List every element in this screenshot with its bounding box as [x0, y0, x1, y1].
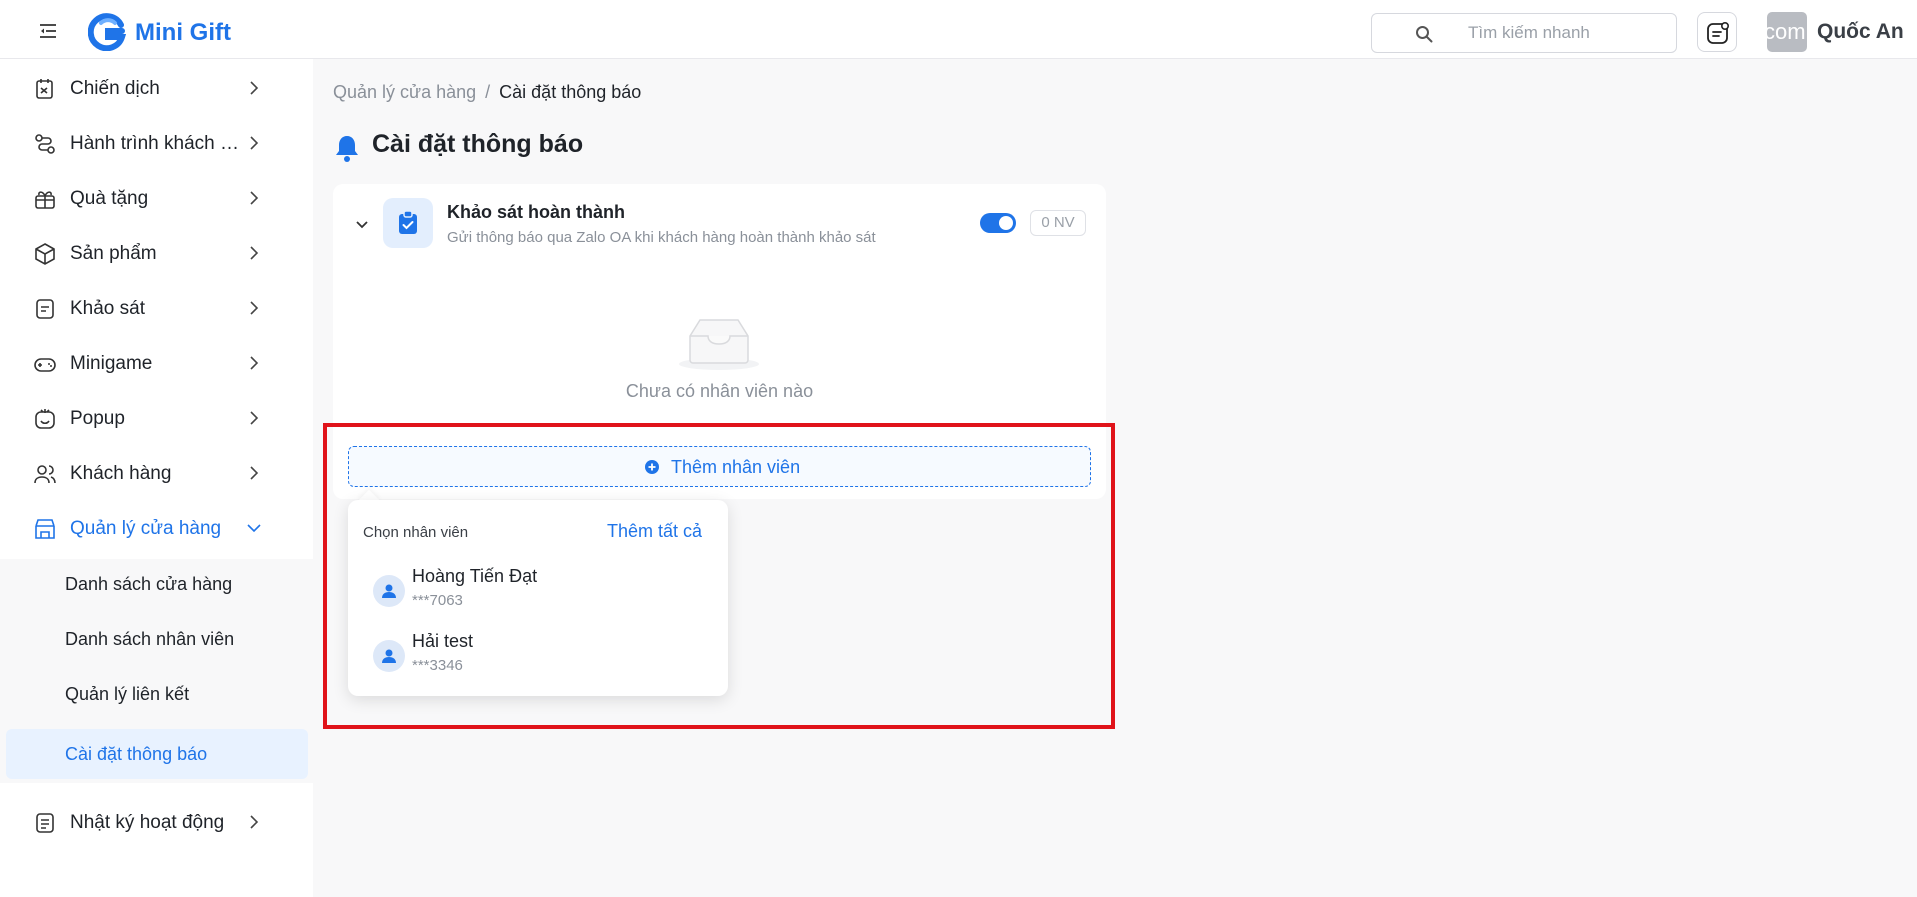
- page-title: Cài đặt thông báo: [372, 130, 584, 158]
- sidebar-item-campaign[interactable]: Chiến dịch: [0, 63, 313, 113]
- sidebar-item-minigame[interactable]: Minigame: [0, 338, 313, 388]
- notification-title: Khảo sát hoàn thành: [447, 202, 626, 222]
- notification-toggle[interactable]: [980, 213, 1016, 233]
- survey-icon: [33, 297, 57, 321]
- search-input[interactable]: [1468, 22, 1664, 44]
- users-icon: [33, 462, 57, 486]
- employee-phone: ***7063: [412, 592, 463, 609]
- chevron-right-icon: [245, 79, 263, 97]
- search-icon: [1415, 25, 1433, 43]
- empty-state-text: Chưa có nhân viên nào: [625, 381, 814, 401]
- log-icon: [33, 811, 57, 835]
- sidebar-item-activity-log[interactable]: Nhật ký hoạt động: [0, 797, 313, 847]
- chevron-right-icon: [245, 134, 263, 152]
- gift-icon: [33, 187, 57, 211]
- chevron-right-icon: [245, 299, 263, 317]
- add-employee-button[interactable]: Thêm nhân viên: [348, 446, 1091, 487]
- app-name[interactable]: Mini Gift: [135, 19, 231, 47]
- sidebar-item-journey[interactable]: Hành trình khách hàng: [0, 118, 313, 168]
- user-name[interactable]: Quốc An: [1817, 20, 1904, 44]
- logo-icon[interactable]: [87, 13, 127, 52]
- notification-button[interactable]: [1697, 12, 1737, 52]
- empty-inbox-icon: [679, 319, 759, 370]
- add-all-button[interactable]: Thêm tất cả: [607, 521, 702, 542]
- submenu-item-store-list[interactable]: Danh sách cửa hàng: [0, 559, 313, 609]
- employee-picker-popover: Chọn nhân viên Thêm tất cả Hoàng Tiến Đạ…: [348, 500, 728, 696]
- sidebar-item-survey[interactable]: Khảo sát: [0, 283, 313, 333]
- quick-search[interactable]: [1371, 13, 1677, 53]
- plus-circle-icon: [645, 460, 659, 474]
- product-icon: [33, 242, 57, 266]
- popup-icon: [33, 407, 57, 431]
- chevron-right-icon: [245, 813, 263, 831]
- employee-option[interactable]: Hải test ***3346: [348, 625, 728, 685]
- employee-name: Hoàng Tiến Đạt: [412, 566, 538, 586]
- popover-title: Chọn nhân viên: [363, 524, 469, 541]
- notification-description: Gửi thông báo qua Zalo OA khi khách hàng…: [447, 229, 876, 246]
- chevron-right-icon: [245, 189, 263, 207]
- sidebar-item-store-management[interactable]: Quản lý cửa hàng: [0, 503, 313, 553]
- breadcrumb-current: Cài đặt thông báo: [499, 82, 642, 102]
- campaign-icon: [33, 77, 57, 101]
- sidebar-item-products[interactable]: Sản phẩm: [0, 228, 313, 278]
- journey-icon: [33, 132, 57, 156]
- breadcrumb-parent[interactable]: Quản lý cửa hàng: [333, 82, 476, 102]
- employee-name: Hải test: [412, 631, 474, 651]
- clipboard-check-icon: [399, 210, 417, 234]
- user-avatar-icon: [373, 575, 405, 607]
- breadcrumb: Quản lý cửa hàng / Cài đặt thông báo: [333, 82, 641, 103]
- employee-option[interactable]: Hoàng Tiến Đạt ***7063: [348, 560, 728, 620]
- bell-icon: [333, 133, 361, 163]
- message-icon: [1707, 21, 1730, 44]
- survey-complete-icon-tile: [383, 198, 433, 248]
- chevron-down-icon[interactable]: [353, 216, 371, 234]
- submenu-item-employee-list[interactable]: Danh sách nhân viên: [0, 614, 313, 664]
- chevron-right-icon: [245, 464, 263, 482]
- menu-collapse-icon[interactable]: [38, 23, 58, 39]
- submenu-item-notification-settings[interactable]: Cài đặt thông báo: [6, 729, 308, 779]
- store-submenu: Danh sách cửa hàng Danh sách nhân viên Q…: [0, 559, 313, 783]
- sidebar-item-customers[interactable]: Khách hàng: [0, 448, 313, 498]
- chevron-right-icon: [245, 354, 263, 372]
- store-icon: [33, 517, 57, 541]
- avatar[interactable]: com: [1767, 12, 1807, 52]
- top-header: Mini Gift com Quốc An: [0, 0, 1917, 59]
- employee-phone: ***3346: [412, 657, 463, 674]
- user-avatar-icon: [373, 640, 405, 672]
- submenu-item-link-management[interactable]: Quản lý liên kết: [0, 669, 313, 719]
- sidebar: Chiến dịch Hành trình khách hàng Quà tặn…: [0, 59, 313, 897]
- sidebar-item-gifts[interactable]: Quà tặng: [0, 173, 313, 223]
- employee-count-badge: 0 NV: [1030, 210, 1086, 236]
- breadcrumb-separator: /: [485, 82, 491, 102]
- sidebar-item-popup[interactable]: Popup: [0, 393, 313, 443]
- chevron-right-icon: [245, 244, 263, 262]
- chevron-down-icon: [245, 519, 263, 537]
- gamepad-icon: [33, 352, 57, 376]
- chevron-right-icon: [245, 409, 263, 427]
